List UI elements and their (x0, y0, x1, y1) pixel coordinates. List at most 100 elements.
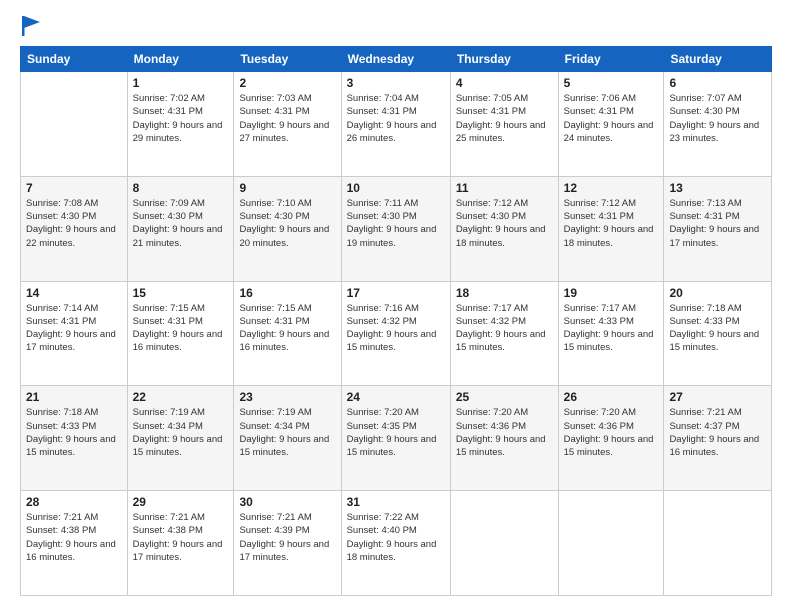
calendar-cell: 27 Sunrise: 7:21 AMSunset: 4:37 PMDayligh… (664, 386, 772, 491)
logo-flag-icon (22, 16, 40, 36)
calendar-cell: 1 Sunrise: 7:02 AMSunset: 4:31 PMDaylight… (127, 72, 234, 177)
day-info: Sunrise: 7:14 AMSunset: 4:31 PMDaylight:… (26, 302, 122, 355)
day-number: 26 (564, 390, 659, 404)
col-header-wednesday: Wednesday (341, 47, 450, 72)
week-row-5: 28 Sunrise: 7:21 AMSunset: 4:38 PMDayligh… (21, 491, 772, 596)
calendar-cell: 19 Sunrise: 7:17 AMSunset: 4:33 PMDayligh… (558, 281, 664, 386)
calendar-cell (664, 491, 772, 596)
col-header-saturday: Saturday (664, 47, 772, 72)
week-row-3: 14Sunrise: 7:14 AMSunset: 4:31 PMDayligh… (21, 281, 772, 386)
day-number: 27 (669, 390, 766, 404)
col-header-tuesday: Tuesday (234, 47, 341, 72)
day-info: Sunrise: 7:19 AMSunset: 4:34 PMDaylight:… (239, 406, 335, 459)
day-info: Sunrise: 7:13 AMSunset: 4:31 PMDaylight:… (669, 197, 766, 250)
col-header-sunday: Sunday (21, 47, 128, 72)
day-number: 5 (564, 76, 659, 90)
day-info: Sunrise: 7:12 AMSunset: 4:31 PMDaylight:… (564, 197, 659, 250)
day-number: 22 (133, 390, 229, 404)
day-info: Sunrise: 7:22 AMSunset: 4:40 PMDaylight:… (347, 511, 445, 564)
calendar-cell: 14Sunrise: 7:14 AMSunset: 4:31 PMDayligh… (21, 281, 128, 386)
day-info: Sunrise: 7:21 AMSunset: 4:38 PMDaylight:… (133, 511, 229, 564)
day-info: Sunrise: 7:15 AMSunset: 4:31 PMDaylight:… (239, 302, 335, 355)
calendar-cell: 13 Sunrise: 7:13 AMSunset: 4:31 PMDayligh… (664, 176, 772, 281)
calendar-cell: 10 Sunrise: 7:11 AMSunset: 4:30 PMDayligh… (341, 176, 450, 281)
day-info: Sunrise: 7:20 AMSunset: 4:36 PMDaylight:… (564, 406, 659, 459)
calendar-cell: 7Sunrise: 7:08 AMSunset: 4:30 PMDaylight… (21, 176, 128, 281)
day-number: 15 (133, 286, 229, 300)
calendar-cell: 20 Sunrise: 7:18 AMSunset: 4:33 PMDayligh… (664, 281, 772, 386)
day-number: 9 (239, 181, 335, 195)
week-row-1: 1 Sunrise: 7:02 AMSunset: 4:31 PMDaylight… (21, 72, 772, 177)
calendar-cell: 29 Sunrise: 7:21 AMSunset: 4:38 PMDayligh… (127, 491, 234, 596)
calendar-cell: 4 Sunrise: 7:05 AMSunset: 4:31 PMDaylight… (450, 72, 558, 177)
calendar-cell (558, 491, 664, 596)
day-number: 11 (456, 181, 553, 195)
day-info: Sunrise: 7:21 AMSunset: 4:37 PMDaylight:… (669, 406, 766, 459)
calendar-cell: 26 Sunrise: 7:20 AMSunset: 4:36 PMDayligh… (558, 386, 664, 491)
day-number: 17 (347, 286, 445, 300)
week-row-2: 7Sunrise: 7:08 AMSunset: 4:30 PMDaylight… (21, 176, 772, 281)
calendar-cell (450, 491, 558, 596)
calendar-cell: 5 Sunrise: 7:06 AMSunset: 4:31 PMDaylight… (558, 72, 664, 177)
day-number: 19 (564, 286, 659, 300)
calendar-cell: 2 Sunrise: 7:03 AMSunset: 4:31 PMDaylight… (234, 72, 341, 177)
logo (20, 16, 40, 36)
day-info: Sunrise: 7:19 AMSunset: 4:34 PMDaylight:… (133, 406, 229, 459)
calendar-cell: 17 Sunrise: 7:16 AMSunset: 4:32 PMDayligh… (341, 281, 450, 386)
day-number: 2 (239, 76, 335, 90)
day-info: Sunrise: 7:15 AMSunset: 4:31 PMDaylight:… (133, 302, 229, 355)
day-info: Sunrise: 7:20 AMSunset: 4:36 PMDaylight:… (456, 406, 553, 459)
day-info: Sunrise: 7:02 AMSunset: 4:31 PMDaylight:… (133, 92, 229, 145)
calendar-cell: 25 Sunrise: 7:20 AMSunset: 4:36 PMDayligh… (450, 386, 558, 491)
week-row-4: 21 Sunrise: 7:18 AMSunset: 4:33 PMDayligh… (21, 386, 772, 491)
day-info: Sunrise: 7:05 AMSunset: 4:31 PMDaylight:… (456, 92, 553, 145)
day-info: Sunrise: 7:04 AMSunset: 4:31 PMDaylight:… (347, 92, 445, 145)
day-number: 13 (669, 181, 766, 195)
day-info: Sunrise: 7:18 AMSunset: 4:33 PMDaylight:… (26, 406, 122, 459)
day-number: 29 (133, 495, 229, 509)
day-info: Sunrise: 7:06 AMSunset: 4:31 PMDaylight:… (564, 92, 659, 145)
day-number: 8 (133, 181, 229, 195)
calendar-cell: 30Sunrise: 7:21 AMSunset: 4:39 PMDayligh… (234, 491, 341, 596)
day-number: 1 (133, 76, 229, 90)
calendar-cell: 9 Sunrise: 7:10 AMSunset: 4:30 PMDaylight… (234, 176, 341, 281)
day-number: 16 (239, 286, 335, 300)
day-info: Sunrise: 7:03 AMSunset: 4:31 PMDaylight:… (239, 92, 335, 145)
header (20, 16, 772, 36)
calendar-cell: 3Sunrise: 7:04 AMSunset: 4:31 PMDaylight… (341, 72, 450, 177)
calendar-cell: 24 Sunrise: 7:20 AMSunset: 4:35 PMDayligh… (341, 386, 450, 491)
day-info: Sunrise: 7:10 AMSunset: 4:30 PMDaylight:… (239, 197, 335, 250)
day-number: 20 (669, 286, 766, 300)
day-info: Sunrise: 7:16 AMSunset: 4:32 PMDaylight:… (347, 302, 445, 355)
day-number: 24 (347, 390, 445, 404)
day-info: Sunrise: 7:11 AMSunset: 4:30 PMDaylight:… (347, 197, 445, 250)
day-number: 10 (347, 181, 445, 195)
day-number: 28 (26, 495, 122, 509)
day-info: Sunrise: 7:07 AMSunset: 4:30 PMDaylight:… (669, 92, 766, 145)
calendar-cell: 28 Sunrise: 7:21 AMSunset: 4:38 PMDayligh… (21, 491, 128, 596)
day-info: Sunrise: 7:17 AMSunset: 4:32 PMDaylight:… (456, 302, 553, 355)
page: SundayMondayTuesdayWednesdayThursdayFrid… (0, 0, 792, 612)
day-number: 4 (456, 76, 553, 90)
day-number: 18 (456, 286, 553, 300)
day-info: Sunrise: 7:12 AMSunset: 4:30 PMDaylight:… (456, 197, 553, 250)
day-number: 25 (456, 390, 553, 404)
day-info: Sunrise: 7:20 AMSunset: 4:35 PMDaylight:… (347, 406, 445, 459)
calendar-cell: 21 Sunrise: 7:18 AMSunset: 4:33 PMDayligh… (21, 386, 128, 491)
day-info: Sunrise: 7:08 AMSunset: 4:30 PMDaylight:… (26, 197, 122, 250)
calendar: SundayMondayTuesdayWednesdayThursdayFrid… (20, 46, 772, 596)
day-info: Sunrise: 7:18 AMSunset: 4:33 PMDaylight:… (669, 302, 766, 355)
calendar-cell: 8Sunrise: 7:09 AMSunset: 4:30 PMDaylight… (127, 176, 234, 281)
day-number: 23 (239, 390, 335, 404)
col-header-thursday: Thursday (450, 47, 558, 72)
day-info: Sunrise: 7:21 AMSunset: 4:38 PMDaylight:… (26, 511, 122, 564)
day-number: 21 (26, 390, 122, 404)
calendar-cell: 31Sunrise: 7:22 AMSunset: 4:40 PMDayligh… (341, 491, 450, 596)
day-info: Sunrise: 7:17 AMSunset: 4:33 PMDaylight:… (564, 302, 659, 355)
calendar-cell: 12 Sunrise: 7:12 AMSunset: 4:31 PMDayligh… (558, 176, 664, 281)
col-header-friday: Friday (558, 47, 664, 72)
day-number: 12 (564, 181, 659, 195)
calendar-cell: 16 Sunrise: 7:15 AMSunset: 4:31 PMDayligh… (234, 281, 341, 386)
header-row: SundayMondayTuesdayWednesdayThursdayFrid… (21, 47, 772, 72)
day-info: Sunrise: 7:21 AMSunset: 4:39 PMDaylight:… (239, 511, 335, 564)
